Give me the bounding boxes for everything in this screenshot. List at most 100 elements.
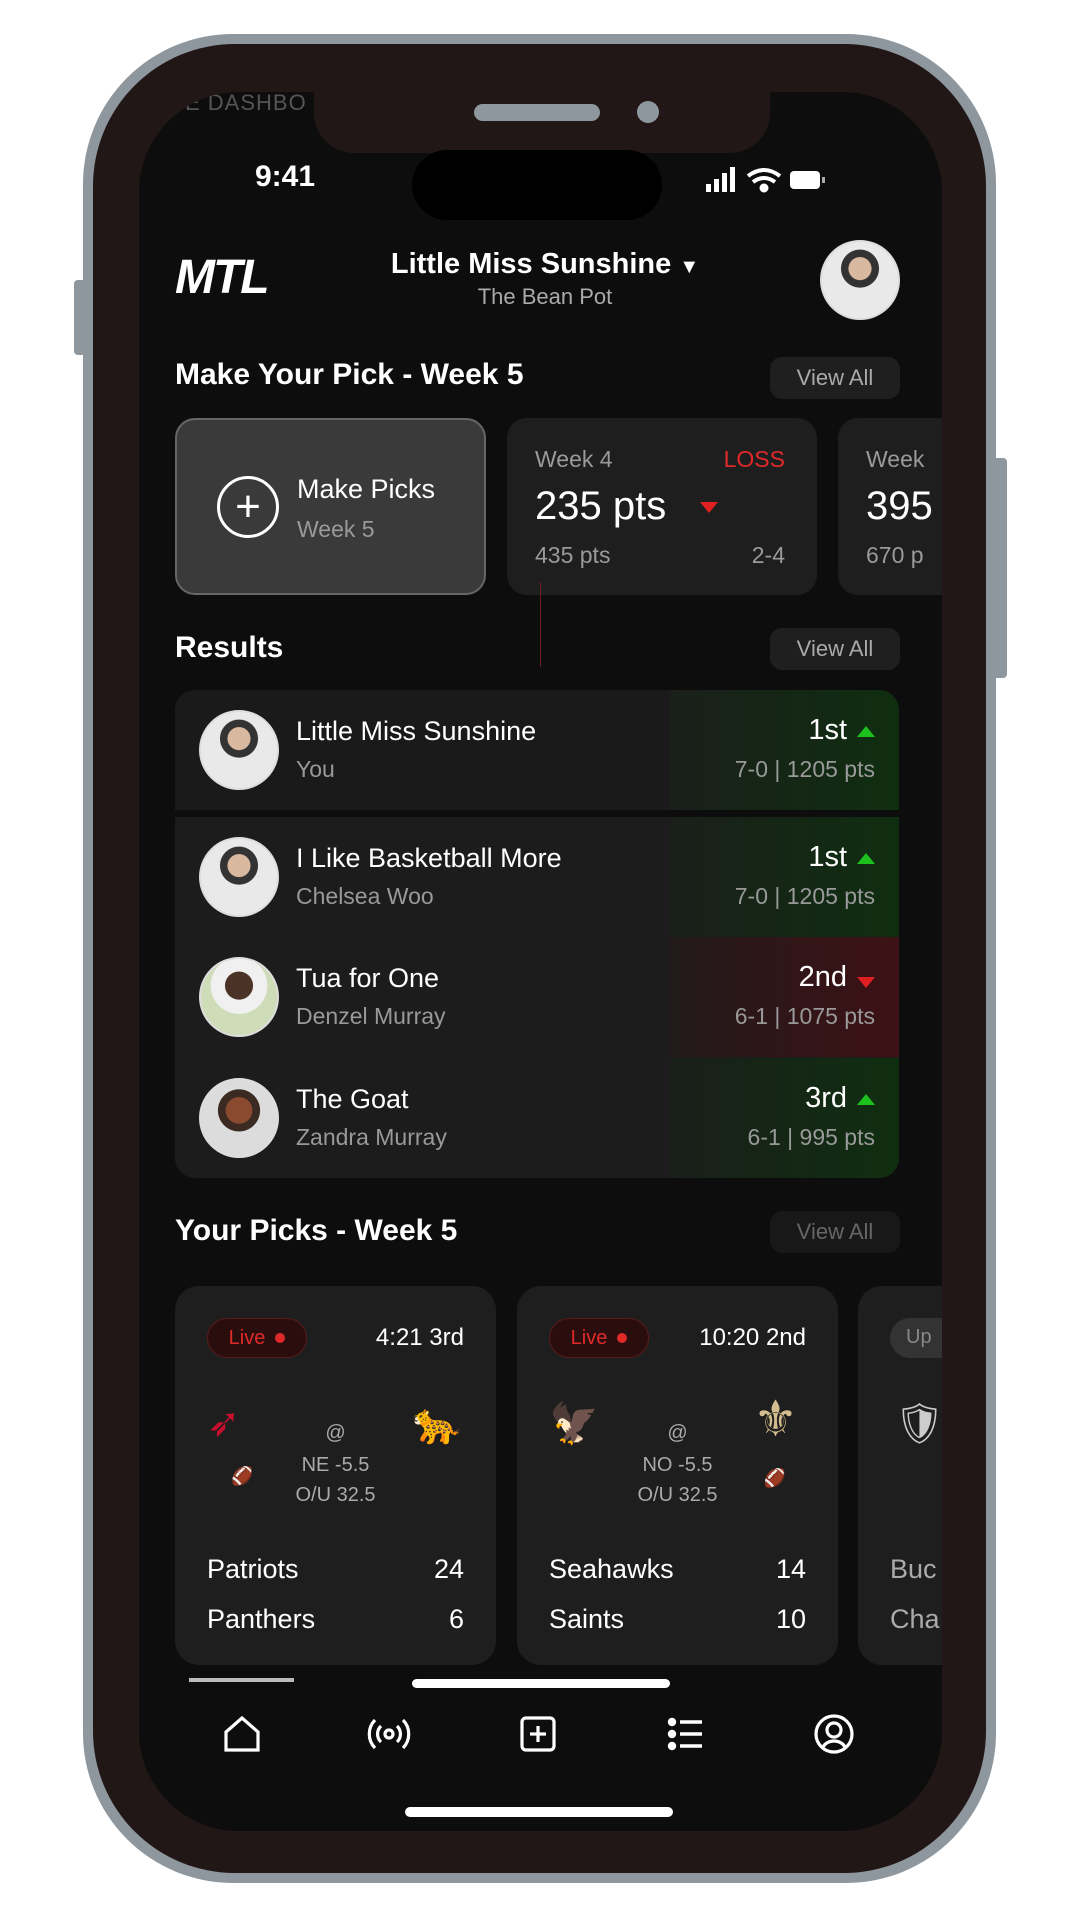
status-icons bbox=[706, 167, 825, 193]
team-name: Little Miss Sunshine bbox=[296, 716, 537, 746]
owner-name: Denzel Murray bbox=[296, 1003, 446, 1029]
live-dot-icon bbox=[275, 1333, 286, 1343]
week-total: 435 pts bbox=[535, 542, 611, 568]
spread: NO -5.5 bbox=[642, 1454, 713, 1476]
results-list: Little Miss Sunshine You 1st 7-0 | 1205 … bbox=[175, 690, 899, 1178]
home-indicator bbox=[405, 1807, 673, 1817]
avatar bbox=[199, 710, 279, 790]
live-badge: Live bbox=[549, 1318, 649, 1358]
divider bbox=[175, 810, 899, 817]
your-picks-title: Your Picks - Week 5 bbox=[175, 1214, 458, 1247]
wifi-icon bbox=[746, 168, 782, 193]
game-card[interactable]: Up 🛡 Buc Cha bbox=[858, 1286, 942, 1665]
place: 1st bbox=[808, 714, 847, 746]
week-record: 2-4 bbox=[751, 542, 785, 568]
week-card[interactable]: Week 4 LOSS 235 pts 435 pts 2-4 bbox=[507, 418, 817, 595]
trend-up-icon bbox=[857, 726, 875, 737]
place: 1st bbox=[808, 841, 847, 873]
avatar bbox=[199, 957, 279, 1037]
list-item[interactable]: Little Miss Sunshine You 1st 7-0 | 1205 … bbox=[175, 690, 899, 810]
avatar bbox=[199, 1078, 279, 1158]
team-score: 14 bbox=[775, 1554, 806, 1584]
at-symbol: @ bbox=[667, 1422, 688, 1444]
make-picks-week: Week 5 bbox=[297, 516, 375, 542]
record: 7-0 | 1205 pts bbox=[734, 756, 875, 782]
list-item[interactable]: I Like Basketball More Chelsea Woo 1st 7… bbox=[175, 817, 899, 937]
phone-side-button bbox=[993, 458, 1007, 678]
place: 2nd bbox=[798, 961, 847, 993]
result-badge: LOSS bbox=[723, 446, 785, 472]
league-name: The Bean Pot bbox=[477, 284, 613, 309]
make-picks-card[interactable]: + Make Picks Week 5 bbox=[175, 418, 486, 595]
view-all-button[interactable]: View All bbox=[770, 1211, 900, 1253]
live-broadcast-icon[interactable] bbox=[365, 1710, 413, 1758]
results-title: Results bbox=[175, 631, 284, 664]
game-clock: 10:20 2nd bbox=[699, 1324, 806, 1351]
caret-down-icon: ▼ bbox=[679, 256, 700, 278]
list-icon[interactable] bbox=[662, 1710, 710, 1758]
at-symbol: @ bbox=[325, 1422, 346, 1444]
ghost-title: GUE DASHBO bbox=[150, 92, 307, 115]
week-label: Week 4 bbox=[535, 446, 613, 472]
game-card[interactable]: Live 4:21 3rd ➶ 🐆 @ NE -5.5 O/U 32.5 🏈 P… bbox=[175, 1286, 496, 1665]
list-item[interactable]: The Goat Zandra Murray 3rd 6-1 | 995 pts bbox=[175, 1058, 899, 1178]
record: 6-1 | 995 pts bbox=[747, 1124, 875, 1150]
team-name: I Like Basketball More bbox=[296, 843, 562, 873]
over-under: O/U 32.5 bbox=[637, 1484, 718, 1506]
week-points: 235 pts bbox=[535, 484, 667, 528]
status-time: 9:41 bbox=[255, 160, 316, 193]
football-possession-icon: 🏈 bbox=[763, 1468, 786, 1488]
game-clock: 4:21 3rd bbox=[375, 1324, 464, 1351]
football-possession-icon: 🏈 bbox=[231, 1466, 254, 1486]
owner-name: You bbox=[296, 756, 335, 782]
signal-icon bbox=[706, 167, 735, 192]
trend-down-icon bbox=[700, 502, 718, 513]
list-item[interactable]: Tua for One Denzel Murray 2nd 6-1 | 1075… bbox=[175, 937, 899, 1057]
week-card[interactable]: Week 395 670 p bbox=[838, 418, 942, 595]
team-name: Tua for One bbox=[296, 963, 440, 993]
week-label: Week bbox=[866, 446, 925, 472]
team-selector[interactable]: Little Miss Sunshine ▼ bbox=[370, 248, 720, 281]
team-name: Panthers bbox=[207, 1604, 316, 1634]
team-name: The Goat bbox=[296, 1084, 409, 1114]
live-badge: Live bbox=[207, 1318, 307, 1358]
over-under: O/U 32.5 bbox=[295, 1484, 376, 1506]
team-score: 6 bbox=[448, 1604, 464, 1634]
speaker bbox=[474, 104, 600, 121]
team-name: Saints bbox=[549, 1604, 625, 1634]
make-pick-title: Make Your Pick - Week 5 bbox=[175, 358, 524, 391]
view-all-button[interactable]: View All bbox=[770, 357, 900, 399]
owner-name: Chelsea Woo bbox=[296, 883, 434, 909]
dynamic-island bbox=[412, 150, 662, 220]
raiders-logo-icon: 🛡 bbox=[894, 1402, 942, 1446]
app-logo: MTL bbox=[175, 251, 270, 304]
battery-icon bbox=[790, 171, 825, 189]
camera bbox=[637, 101, 659, 123]
owner-name: Zandra Murray bbox=[296, 1124, 447, 1150]
record: 6-1 | 1075 pts bbox=[734, 1003, 875, 1029]
profile-icon[interactable] bbox=[810, 1710, 858, 1758]
profile-avatar[interactable] bbox=[820, 240, 900, 320]
divider bbox=[540, 582, 541, 667]
team-score: 24 bbox=[433, 1554, 464, 1584]
place: 3rd bbox=[805, 1082, 847, 1114]
week-total: 670 p bbox=[866, 542, 924, 568]
team-name: Seahawks bbox=[549, 1554, 674, 1584]
avatar bbox=[199, 837, 279, 917]
plus-circle-icon: + bbox=[217, 476, 279, 538]
trend-up-icon bbox=[857, 1094, 875, 1105]
home-icon[interactable] bbox=[218, 1710, 266, 1758]
add-square-icon[interactable] bbox=[514, 1710, 562, 1758]
trend-down-icon bbox=[857, 977, 875, 988]
upcoming-badge: Up bbox=[890, 1318, 942, 1358]
scroll-indicator bbox=[412, 1679, 670, 1688]
screen: GUE DASHBO 9:41 MTL Little Miss Sunshine… bbox=[139, 92, 942, 1831]
week-points: 395 bbox=[866, 484, 933, 528]
record: 7-0 | 1205 pts bbox=[734, 883, 875, 909]
view-all-button[interactable]: View All bbox=[770, 628, 900, 670]
make-picks-label: Make Picks bbox=[297, 474, 436, 504]
spread: NE -5.5 bbox=[301, 1454, 370, 1476]
team-name: Patriots bbox=[207, 1554, 299, 1584]
game-card[interactable]: Live 10:20 2nd 🦅 ⚜ @ NO -5.5 O/U 32.5 🏈 … bbox=[517, 1286, 838, 1665]
team-name: Cha bbox=[890, 1604, 940, 1634]
